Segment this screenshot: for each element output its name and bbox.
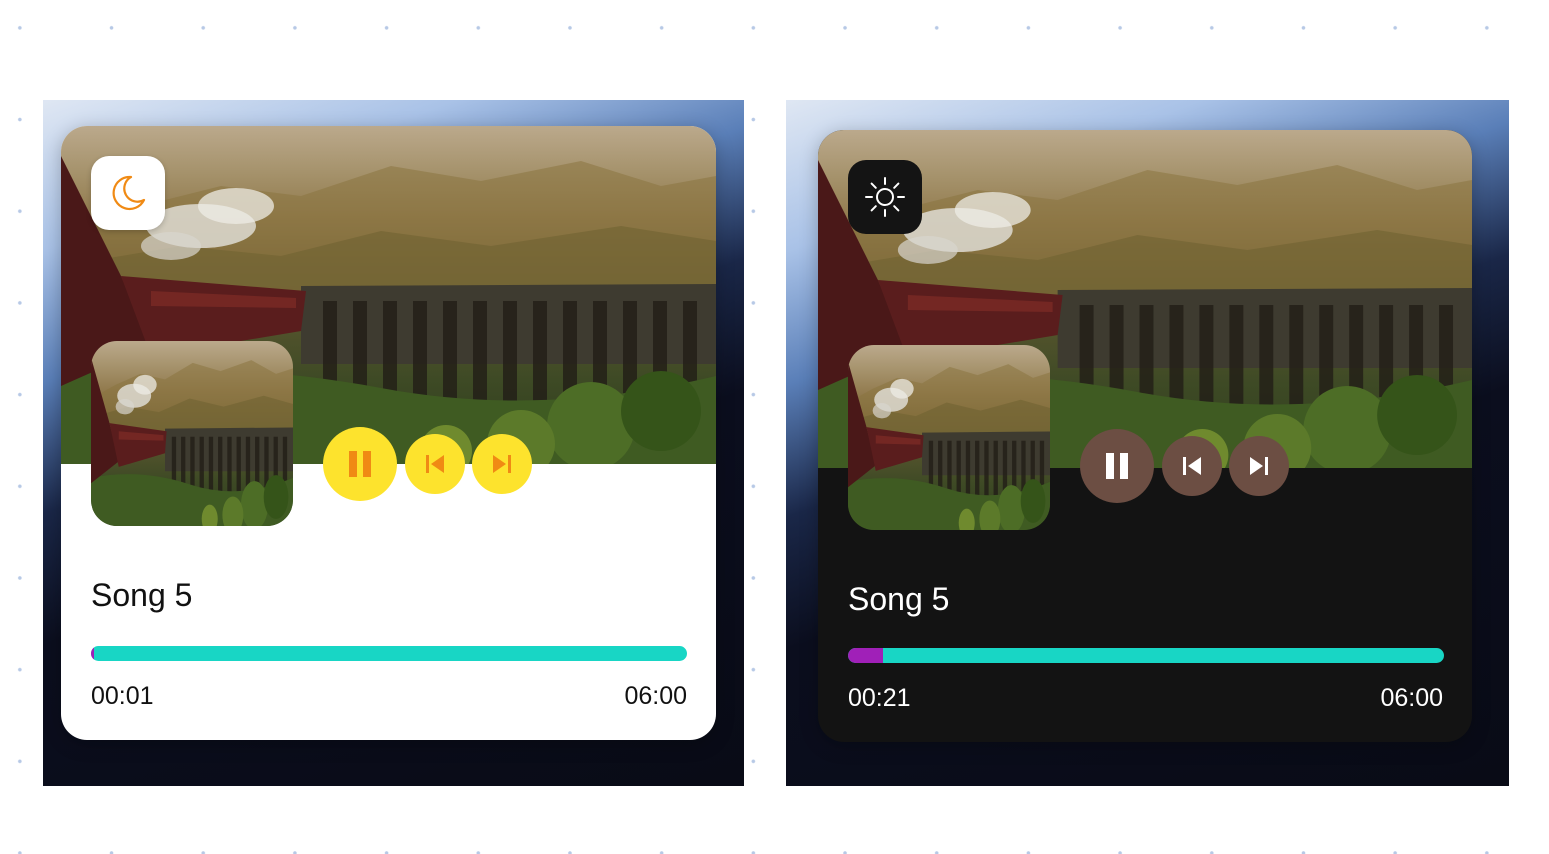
pause-button[interactable] — [323, 427, 397, 501]
previous-button[interactable] — [1162, 436, 1222, 496]
song-title: Song 5 — [91, 577, 193, 613]
progress-fill — [848, 648, 883, 663]
skip-next-icon — [1250, 457, 1268, 475]
landscape-image — [848, 345, 1050, 530]
pause-icon — [1106, 453, 1128, 479]
previous-button[interactable] — [405, 434, 465, 494]
album-art — [848, 345, 1050, 530]
music-player-card: Song 5 00:21 06:00 — [818, 130, 1472, 742]
total-time: 06:00 — [1380, 684, 1443, 712]
pause-button[interactable] — [1080, 429, 1154, 503]
player-frame-light: Song 5 00:01 06:00 — [43, 100, 744, 786]
progress-fill — [91, 646, 94, 661]
progress-bar[interactable] — [91, 646, 687, 661]
sun-icon — [865, 177, 905, 217]
theme-toggle-button[interactable] — [91, 156, 165, 230]
moon-icon — [112, 175, 146, 210]
current-time: 00:21 — [848, 684, 911, 712]
skip-previous-icon — [1183, 457, 1201, 475]
next-button[interactable] — [472, 434, 532, 494]
song-title: Song 5 — [848, 581, 950, 617]
progress-bar[interactable] — [848, 648, 1444, 663]
theme-toggle-button[interactable] — [848, 160, 922, 234]
skip-previous-icon — [426, 455, 444, 473]
next-button[interactable] — [1229, 436, 1289, 496]
player-frame-dark: Song 5 00:21 06:00 — [786, 100, 1509, 786]
pause-icon — [349, 451, 371, 477]
landscape-image — [91, 341, 293, 526]
current-time: 00:01 — [91, 682, 154, 710]
total-time: 06:00 — [624, 682, 687, 710]
skip-next-icon — [493, 455, 511, 473]
album-art — [91, 341, 293, 526]
music-player-card: Song 5 00:01 06:00 — [61, 126, 716, 740]
